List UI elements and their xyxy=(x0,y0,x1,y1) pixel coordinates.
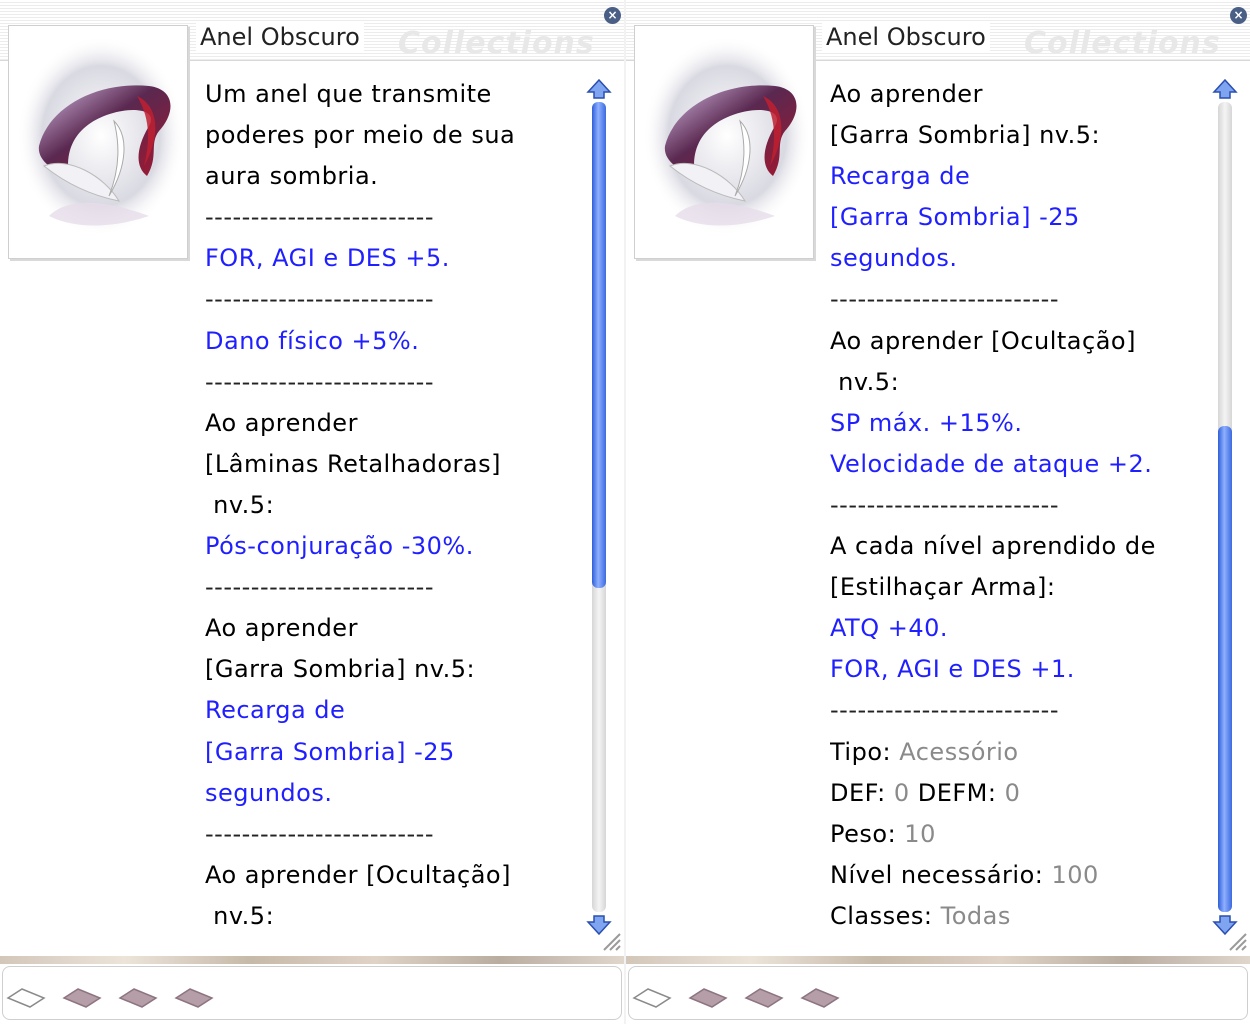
description-line: [Garra Sombria] -25 xyxy=(830,203,1080,232)
description-line: Ao aprender xyxy=(205,614,358,643)
separator-line: ------------------------- xyxy=(830,490,1060,519)
separator-line: ------------------------- xyxy=(830,696,1060,725)
description-line: Velocidade de ataque +2. xyxy=(830,449,1153,478)
stat-label: Classes: xyxy=(830,901,941,930)
description-line: [Garra Sombria] nv.5: xyxy=(205,655,476,684)
dark-ring-item-icon xyxy=(17,36,185,236)
description-scrollbar[interactable] xyxy=(1212,78,1238,936)
description-line: segundos. xyxy=(205,778,333,807)
description-line: nv.5: xyxy=(830,367,900,396)
description-line: [Garra Sombria] nv.5: xyxy=(830,121,1101,150)
stat-label: DEFM: xyxy=(909,778,1005,807)
description-line: poderes por meio de sua xyxy=(205,121,516,150)
description-line: [Estilhaçar Arma]: xyxy=(830,573,1056,602)
separator-line: ------------------------- xyxy=(205,573,435,602)
separator-line: ------------------------- xyxy=(830,285,1060,314)
stat-value: 0 xyxy=(1004,778,1021,807)
stat-row: Tipo: Acessório xyxy=(830,732,1210,773)
stat-label: Nível necessário: xyxy=(830,860,1052,889)
description-scrollbar[interactable] xyxy=(586,78,612,936)
close-icon[interactable]: × xyxy=(604,7,621,24)
decorative-strip xyxy=(626,956,1250,964)
close-icon[interactable]: × xyxy=(1230,7,1247,24)
stat-label: DEF: xyxy=(830,778,894,807)
collections-watermark: Collections xyxy=(398,26,595,61)
item-image-frame xyxy=(634,25,814,259)
description-line: SP máx. +15%. xyxy=(830,408,1023,437)
card-slot-icon[interactable] xyxy=(688,986,728,1010)
item-info-window-right: × Collections Anel Obscuro Ao aprender [… xyxy=(626,0,1250,1024)
description-line: FOR, AGI e DES +1. xyxy=(830,655,1075,684)
decorative-strip xyxy=(0,956,624,964)
card-slot-icon[interactable] xyxy=(632,986,672,1010)
description-line: [Garra Sombria] -25 xyxy=(205,737,455,766)
card-slot-icon[interactable] xyxy=(62,986,102,1010)
stat-row: Peso: 10 xyxy=(830,814,1210,855)
item-description: Ao aprender [Garra Sombria] nv.5: Recarga … xyxy=(830,74,1210,942)
scroll-up-arrow-icon[interactable] xyxy=(1212,78,1238,100)
stat-row: DEF: 0 DEFM: 0 xyxy=(830,773,1210,814)
description-line: ATQ +40. xyxy=(830,614,949,643)
card-slot-icon[interactable] xyxy=(800,986,840,1010)
resize-grip-icon[interactable] xyxy=(1226,930,1248,952)
item-description: Um anel que transmite poderes por meio de… xyxy=(205,74,585,942)
stat-row: Classes: Todas xyxy=(830,896,1210,937)
item-image-frame xyxy=(8,25,188,259)
description-line: Dano físico +5%. xyxy=(205,326,420,355)
separator-line: ------------------------- xyxy=(205,819,435,848)
description-line: A cada nível aprendido de xyxy=(830,532,1156,561)
collections-watermark: Collections xyxy=(1024,26,1221,61)
description-line: Pós-conjuração -30%. xyxy=(205,532,474,561)
description-line: FOR, AGI e DES +5. xyxy=(205,244,450,273)
separator-line: ------------------------- xyxy=(205,285,435,314)
scroll-thumb[interactable] xyxy=(592,102,606,588)
card-slot-icon[interactable] xyxy=(6,986,46,1010)
stat-value: Acessório xyxy=(899,737,1019,766)
item-name: Anel Obscuro xyxy=(196,22,364,52)
card-slot-icon[interactable] xyxy=(174,986,214,1010)
description-line: nv.5: xyxy=(205,901,275,930)
item-name: Anel Obscuro xyxy=(822,22,990,52)
stat-value: 0 xyxy=(893,778,910,807)
dark-ring-item-icon xyxy=(643,36,811,236)
description-line: Um anel que transmite xyxy=(205,80,492,108)
description-line: aura sombria. xyxy=(205,162,379,191)
resize-grip-icon[interactable] xyxy=(600,930,622,952)
description-line: nv.5: xyxy=(205,490,275,519)
stat-label: Tipo: xyxy=(830,737,900,766)
stat-value: Todas xyxy=(940,901,1011,930)
scroll-up-arrow-icon[interactable] xyxy=(586,78,612,100)
description-line: Ao aprender [Ocultação] xyxy=(830,326,1136,355)
description-line: Ao aprender xyxy=(205,408,358,437)
stat-value: 10 xyxy=(904,819,936,848)
description-line: Ao aprender [Ocultação] xyxy=(205,860,511,889)
separator-line: ------------------------- xyxy=(205,367,435,396)
card-slot-icon[interactable] xyxy=(118,986,158,1010)
item-info-window-left: × Collections Anel Obscuro Um anel que t… xyxy=(0,0,624,1024)
description-line: Recarga de xyxy=(205,696,346,725)
description-line: segundos. xyxy=(830,244,958,273)
stat-value: 100 xyxy=(1051,860,1099,889)
description-line: [Lâminas Retalhadoras] xyxy=(205,449,501,478)
separator-line: ------------------------- xyxy=(205,203,435,232)
scroll-thumb[interactable] xyxy=(1218,426,1232,912)
card-slot-icon[interactable] xyxy=(744,986,784,1010)
stat-row: Nível necessário: 100 xyxy=(830,855,1210,896)
description-line: Recarga de xyxy=(830,162,971,191)
stat-label: Peso: xyxy=(830,819,905,848)
description-line: Ao aprender xyxy=(830,80,983,108)
